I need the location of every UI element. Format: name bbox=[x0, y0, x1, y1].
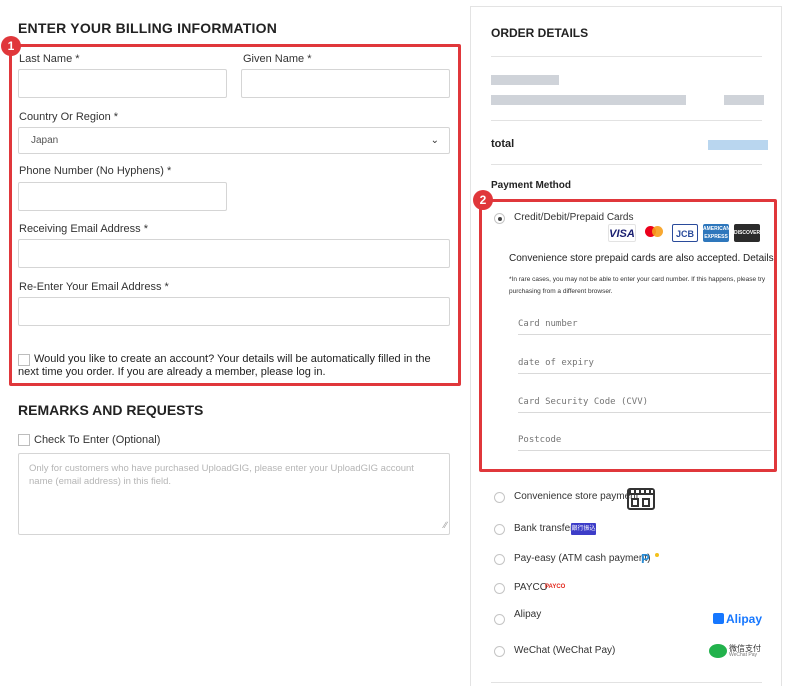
bank-transfer-label: Bank transfer bbox=[514, 523, 574, 534]
visa-logo: VISA bbox=[608, 224, 636, 242]
alipay-logo: Alipay bbox=[713, 612, 762, 626]
card-security-code-input[interactable] bbox=[518, 391, 771, 413]
card-number-input[interactable] bbox=[518, 313, 771, 335]
annotation-badge-1: 1 bbox=[1, 36, 21, 56]
convenience-store-label: Convenience store payment bbox=[514, 491, 639, 502]
order-details-heading: ORDER DETAILS bbox=[491, 26, 589, 40]
remarks-checkbox[interactable] bbox=[18, 434, 30, 446]
remarks-placeholder: Only for customers who have purchased Up… bbox=[29, 463, 414, 487]
mastercard-logo bbox=[641, 224, 668, 242]
alipay-icon bbox=[713, 613, 724, 624]
card-fine-print: *In rare cases, you may not be able to e… bbox=[509, 276, 766, 295]
payco-logo: PAYCO bbox=[545, 584, 566, 590]
resize-grip-icon[interactable]: ∕∕ bbox=[444, 519, 447, 532]
country-label: Country Or Region * bbox=[19, 111, 119, 123]
wechat-logo-en: WeChat Pay bbox=[729, 652, 757, 658]
remarks-check-label: Check To Enter (Optional) bbox=[34, 434, 161, 446]
divider bbox=[491, 682, 762, 683]
jcb-logo: JCB bbox=[672, 224, 698, 242]
amex-logo: AMERICAN EXPRESS bbox=[703, 224, 730, 242]
email-confirm-input[interactable] bbox=[18, 297, 450, 326]
billing-heading: ENTER YOUR BILLING INFORMATION bbox=[18, 20, 278, 36]
country-select[interactable]: Japan ⌄ bbox=[18, 127, 450, 154]
blurred-product-detail bbox=[491, 95, 686, 105]
card-payment-label: Credit/Debit/Prepaid Cards bbox=[514, 212, 634, 223]
wechat-label: WeChat (WeChat Pay) bbox=[514, 645, 616, 656]
wechat-icon bbox=[709, 644, 727, 658]
radio-bank-transfer[interactable] bbox=[494, 524, 505, 535]
phone-input[interactable] bbox=[18, 182, 227, 211]
last-name-label: Last Name * bbox=[19, 53, 80, 65]
bank-transfer-icon: 銀行振込 bbox=[571, 523, 596, 535]
blurred-product-price bbox=[724, 95, 764, 105]
country-select-value: Japan bbox=[31, 135, 59, 146]
annotation-badge-2: 2 bbox=[473, 190, 493, 210]
email-confirm-label: Re-Enter Your Email Address * bbox=[19, 281, 169, 293]
postcode-input[interactable] bbox=[518, 429, 771, 451]
last-name-input[interactable] bbox=[18, 69, 227, 98]
given-name-label: Given Name * bbox=[243, 53, 312, 65]
email-label: Receiving Email Address * bbox=[19, 223, 149, 235]
divider bbox=[491, 120, 762, 121]
radio-wechat[interactable] bbox=[494, 646, 505, 657]
convenience-prepaid-note[interactable]: Convenience store prepaid cards are also… bbox=[509, 253, 774, 264]
radio-alipay[interactable] bbox=[494, 614, 505, 625]
total-label: total bbox=[491, 138, 515, 150]
expiry-date-input[interactable] bbox=[518, 352, 771, 374]
alipay-logo-text: Alipay bbox=[726, 612, 763, 626]
payeasy-dot-icon bbox=[655, 553, 659, 557]
payment-method-heading: Payment Method bbox=[491, 180, 572, 191]
email-input[interactable] bbox=[18, 239, 450, 268]
chevron-down-icon: ⌄ bbox=[430, 135, 439, 146]
payeasy-label: Pay-easy (ATM cash payment) bbox=[514, 553, 651, 564]
payco-label: PAYCO bbox=[514, 582, 548, 593]
radio-payco[interactable] bbox=[494, 583, 505, 594]
radio-convenience-store[interactable] bbox=[494, 492, 505, 503]
discover-logo: DISCOVER bbox=[734, 224, 760, 242]
blurred-total-amount bbox=[708, 140, 768, 150]
radio-payeasy[interactable] bbox=[494, 554, 505, 565]
divider bbox=[491, 164, 762, 165]
alipay-label: Alipay bbox=[514, 609, 542, 620]
remarks-heading: REMARKS AND REQUESTS bbox=[18, 402, 204, 418]
phone-label: Phone Number (No Hyphens) * bbox=[19, 165, 172, 177]
radio-card-payment[interactable] bbox=[494, 213, 505, 224]
create-account-text: Would you like to create an account? You… bbox=[18, 353, 431, 378]
remarks-textarea[interactable]: Only for customers who have purchased Up… bbox=[18, 453, 450, 535]
store-icon bbox=[627, 488, 655, 510]
blurred-product-name bbox=[491, 75, 559, 85]
given-name-input[interactable] bbox=[241, 69, 450, 98]
divider bbox=[491, 56, 762, 57]
